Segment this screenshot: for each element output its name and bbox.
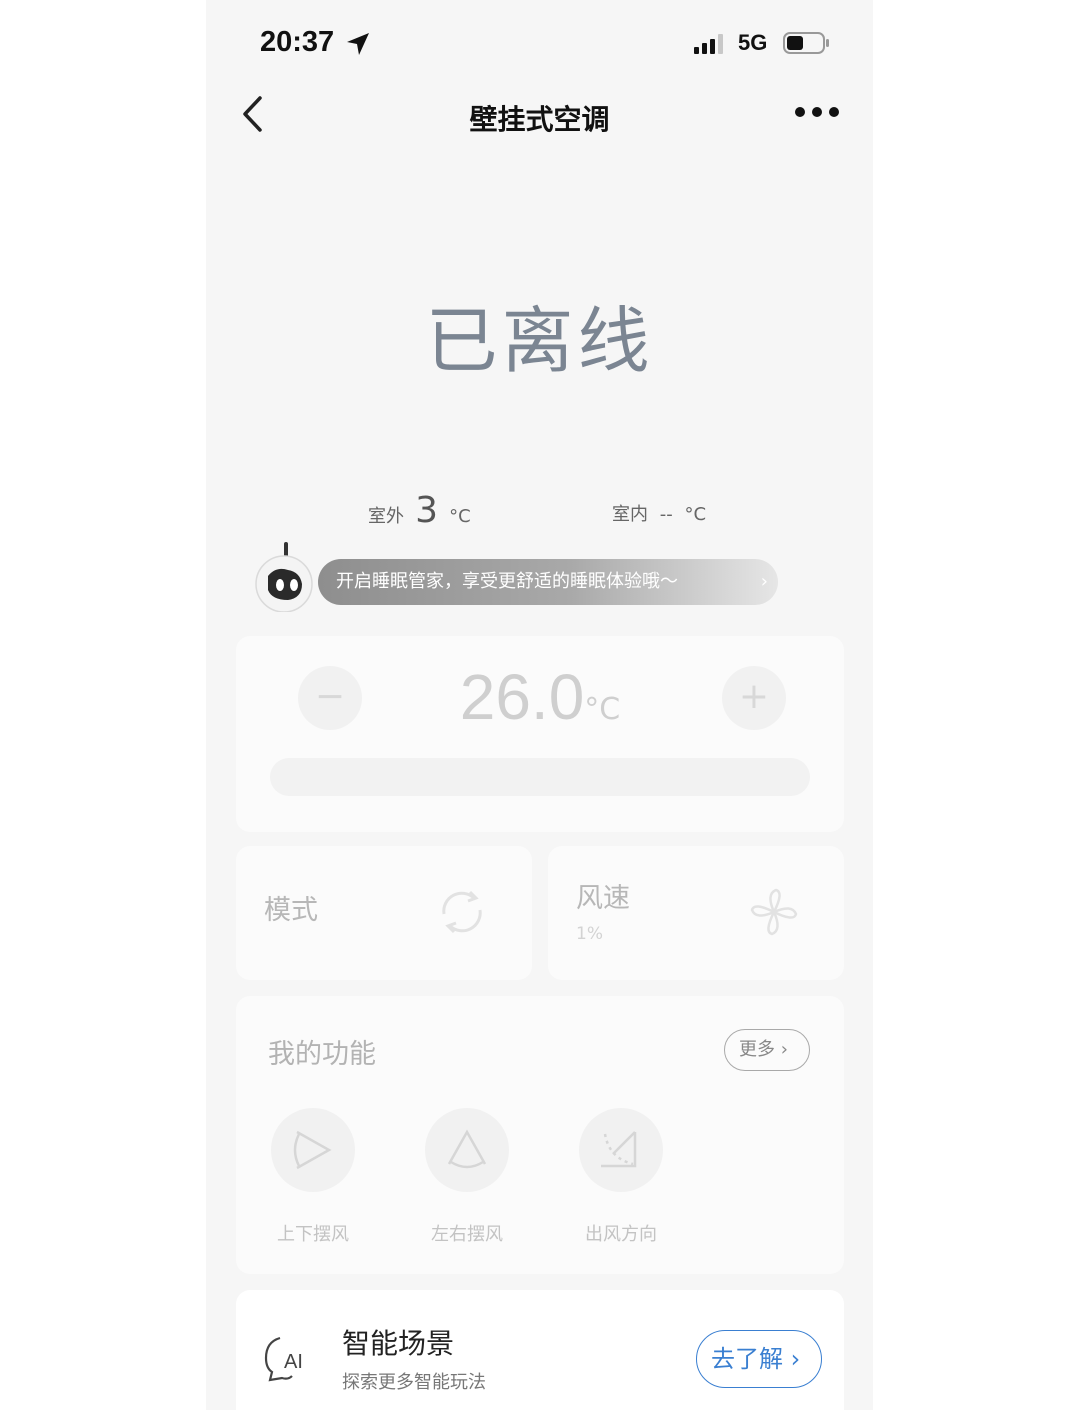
device-status-text: 已离线 (425, 299, 654, 383)
sleep-banner-pill[interactable]: 开启睡眠管家，享受更舒适的睡眠体验哦～ › (318, 559, 778, 605)
chevron-right-icon: › (790, 1345, 801, 1373)
functions-title: 我的功能 (268, 1039, 376, 1070)
learn-more-label: 去了解 (711, 1345, 783, 1373)
outdoor-value: 3 (415, 490, 438, 531)
setpoint-unit: °C (584, 692, 621, 727)
battery-icon (783, 32, 829, 54)
more-functions-button[interactable]: 更多 › (724, 1029, 810, 1071)
outdoor-temperature: 室外 3 °C (368, 490, 471, 531)
sleep-manager-banner[interactable]: 开启睡眠管家，享受更舒适的睡眠体验哦～ › (246, 540, 786, 612)
mode-card[interactable]: 模式 (236, 846, 532, 980)
indoor-label: 室内 (612, 504, 648, 525)
chevron-right-icon: › (760, 571, 768, 592)
outdoor-label: 室外 (368, 506, 404, 527)
function-icon-circle (579, 1108, 663, 1192)
sleep-banner-text: 开启睡眠管家，享受更舒适的睡眠体验哦～ (336, 571, 678, 592)
horizontal-swing-icon (447, 1129, 487, 1169)
network-type: 5G (738, 30, 768, 55)
vertical-swing-icon (293, 1130, 332, 1170)
cellular-signal-icon (694, 34, 723, 54)
svg-text:AI: AI (284, 1351, 303, 1373)
indoor-unit: °C (684, 504, 707, 525)
robot-mascot-icon (255, 542, 313, 612)
location-arrow-icon (347, 33, 369, 55)
outdoor-unit: °C (449, 506, 471, 527)
phone-screen: 20:37 5G 壁挂式空调 已离线 室外 3 °C 室内 -- °C 开启睡眠… (206, 0, 873, 1410)
page-title: 壁挂式空调 (469, 103, 610, 136)
setpoint-value: 26.0 (459, 661, 585, 733)
function-label: 上下摆风 (277, 1224, 349, 1245)
function-icon-circle (425, 1108, 509, 1192)
my-functions-card: 我的功能 更多 › 上下摆风 左右摆风 出风方向 (236, 996, 844, 1274)
status-bar: 20:37 5G (206, 0, 873, 80)
function-label: 出风方向 (585, 1224, 657, 1245)
status-time: 20:37 (260, 26, 335, 58)
nav-bar: 壁挂式空调 (206, 80, 873, 150)
smart-scene-card[interactable]: AI 智能场景 探索更多智能玩法 去了解 › (236, 1290, 844, 1410)
fan-speed-card[interactable]: 风速 1% (548, 846, 844, 980)
function-horizontal-swing[interactable]: 左右摆风 (412, 1108, 522, 1246)
fan-speed-label: 风速 (576, 883, 630, 914)
indoor-temperature: 室内 -- °C (612, 500, 706, 526)
indoor-value: -- (659, 504, 673, 525)
function-label: 左右摆风 (431, 1224, 503, 1245)
more-options-icon[interactable] (794, 98, 840, 126)
temperature-slider[interactable] (270, 758, 810, 796)
airflow-direction-icon (601, 1131, 637, 1168)
increase-temp-button[interactable]: + (722, 666, 786, 730)
temperature-control-card: − 26.0°C + (236, 636, 844, 832)
temperature-readouts: 室外 3 °C 室内 -- °C (206, 490, 873, 540)
mode-cycle-icon (442, 890, 482, 934)
scene-subtitle: 探索更多智能玩法 (342, 1372, 486, 1393)
function-airflow-direction[interactable]: 出风方向 (566, 1108, 676, 1246)
function-icon-circle (271, 1108, 355, 1192)
ai-head-icon: AI (264, 1336, 303, 1382)
fan-speed-value: 1% (576, 924, 603, 944)
scene-title: 智能场景 (342, 1327, 455, 1360)
function-vertical-swing[interactable]: 上下摆风 (258, 1108, 368, 1246)
fan-icon (750, 888, 798, 936)
more-functions-label: 更多 (739, 1039, 775, 1060)
learn-more-button[interactable]: 去了解 › (696, 1330, 822, 1388)
chevron-right-icon: › (780, 1039, 788, 1060)
mode-label: 模式 (264, 895, 318, 926)
